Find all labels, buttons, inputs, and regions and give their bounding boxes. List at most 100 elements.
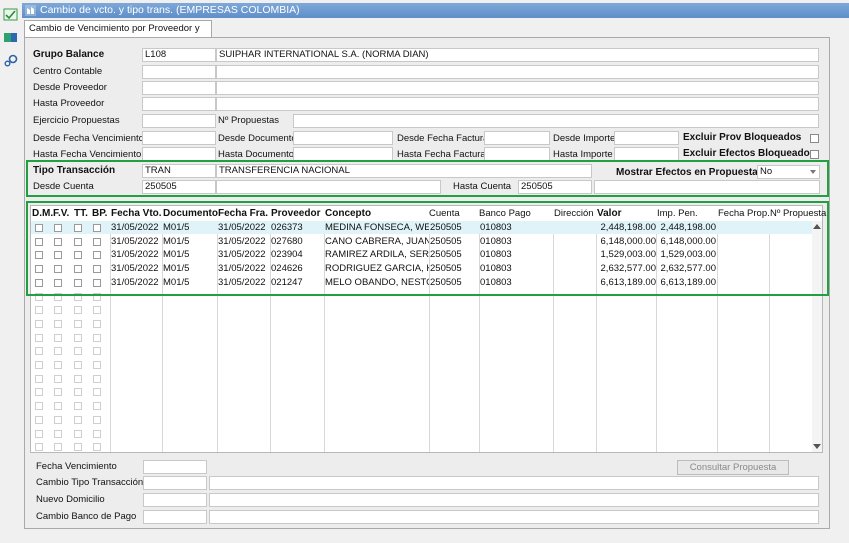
row-tt-checkbox[interactable] (74, 415, 82, 424)
row-bp-checkbox[interactable] (93, 237, 101, 246)
col-direccion[interactable]: Dirección (554, 206, 594, 221)
hasta-proveedor-code-field[interactable] (142, 97, 216, 111)
row-tt-checkbox[interactable] (74, 388, 82, 397)
desde-fecha-vencimiento-field[interactable] (142, 131, 216, 145)
row-dm-checkbox[interactable] (35, 251, 43, 260)
desde-importe-field[interactable] (614, 131, 679, 145)
mostrar-efectos-select[interactable]: No (757, 165, 820, 179)
row-dm-checkbox[interactable] (35, 278, 43, 287)
row-dm-checkbox[interactable] (35, 237, 43, 246)
table-row[interactable]: 31/05/2022 M01/5 31/05/2022 027680 CANO CABR… (31, 235, 813, 248)
row-bp-checkbox[interactable] (93, 361, 101, 369)
tipo-transaccion-name-field[interactable]: TRANSFERENCIA NACIONAL (216, 164, 592, 178)
desde-fecha-factura-field[interactable] (484, 131, 550, 145)
hasta-importe-field[interactable] (614, 147, 679, 161)
table-row[interactable] (31, 440, 813, 453)
nuevo-domicilio-name-field[interactable] (209, 493, 819, 507)
table-row[interactable]: 31/05/2022 M01/5 31/05/2022 024626 RODRIGUEZ… (31, 262, 813, 275)
row-tt-checkbox[interactable] (74, 429, 82, 438)
col-bp[interactable]: BP. (92, 206, 107, 221)
row-bp-checkbox[interactable] (93, 251, 101, 260)
row-fv-checkbox[interactable] (54, 361, 62, 369)
desde-proveedor-code-field[interactable] (142, 81, 216, 95)
table-row[interactable] (31, 413, 813, 426)
check-list-icon[interactable] (3, 8, 18, 21)
row-dm-checkbox[interactable] (35, 429, 43, 438)
row-fv-checkbox[interactable] (54, 224, 62, 232)
row-bp-checkbox[interactable] (93, 292, 101, 301)
row-fv-checkbox[interactable] (54, 251, 62, 260)
row-bp-checkbox[interactable] (93, 415, 101, 424)
row-dm-checkbox[interactable] (35, 306, 43, 315)
row-tt-checkbox[interactable] (74, 278, 82, 287)
row-tt-checkbox[interactable] (74, 319, 82, 328)
row-dm-checkbox[interactable] (35, 292, 43, 301)
col-banco-pago[interactable]: Banco Pago (479, 206, 531, 221)
col-cuenta[interactable]: Cuenta (429, 206, 460, 221)
row-dm-checkbox[interactable] (35, 388, 43, 397)
ejercicio-propuestas-field[interactable] (142, 114, 216, 128)
row-bp-checkbox[interactable] (93, 347, 101, 356)
table-row[interactable] (31, 385, 813, 398)
hasta-cuenta-field[interactable]: 250505 (518, 180, 592, 194)
col-fecha-fra[interactable]: Fecha Fra. (218, 206, 268, 221)
row-tt-checkbox[interactable] (74, 374, 82, 383)
row-bp-checkbox[interactable] (93, 306, 101, 315)
col-documento[interactable]: Documento (163, 206, 218, 221)
row-bp-checkbox[interactable] (93, 388, 101, 397)
table-icon[interactable] (3, 31, 18, 44)
row-fv-checkbox[interactable] (54, 443, 62, 452)
consultar-propuesta-button[interactable]: Consultar Propuesta (677, 460, 789, 475)
col-tt[interactable]: TT. (74, 206, 88, 221)
desde-proveedor-name-field[interactable] (216, 81, 819, 95)
row-dm-checkbox[interactable] (35, 402, 43, 411)
hasta-documento-field[interactable] (293, 147, 393, 161)
centro-contable-code-field[interactable] (142, 65, 216, 79)
row-tt-checkbox[interactable] (74, 361, 82, 369)
row-fv-checkbox[interactable] (54, 429, 62, 438)
col-dm[interactable]: D.M. (32, 206, 53, 221)
col-n-propuesta[interactable]: Nº Propuesta (770, 206, 826, 221)
cambio-tipo-transaccion-name-field[interactable] (209, 476, 819, 490)
row-bp-checkbox[interactable] (93, 319, 101, 328)
row-fv-checkbox[interactable] (54, 278, 62, 287)
row-tt-checkbox[interactable] (74, 251, 82, 260)
col-imp-pen[interactable]: Imp. Pen. (657, 206, 698, 221)
row-fv-checkbox[interactable] (54, 306, 62, 315)
row-tt-checkbox[interactable] (74, 402, 82, 411)
row-fv-checkbox[interactable] (54, 333, 62, 342)
row-dm-checkbox[interactable] (35, 374, 43, 383)
row-bp-checkbox[interactable] (93, 278, 101, 287)
row-tt-checkbox[interactable] (74, 306, 82, 315)
row-dm-checkbox[interactable] (35, 333, 43, 342)
row-fv-checkbox[interactable] (54, 374, 62, 383)
row-bp-checkbox[interactable] (93, 443, 101, 452)
table-row[interactable] (31, 303, 813, 316)
table-row[interactable] (31, 372, 813, 385)
centro-contable-name-field[interactable] (216, 65, 819, 79)
row-fv-checkbox[interactable] (54, 347, 62, 356)
table-row[interactable] (31, 344, 813, 357)
desde-cuenta-field[interactable]: 250505 (142, 180, 216, 194)
cambio-banco-pago-code-field[interactable] (143, 510, 207, 524)
col-fv[interactable]: F.V. (53, 206, 69, 221)
table-row[interactable] (31, 358, 813, 371)
cambio-banco-pago-name-field[interactable] (209, 510, 819, 524)
row-dm-checkbox[interactable] (35, 415, 43, 424)
fecha-vencimiento-field[interactable] (143, 460, 207, 474)
table-row[interactable] (31, 331, 813, 344)
desde-documento-field[interactable] (293, 131, 393, 145)
table-row[interactable] (31, 427, 813, 440)
nuevo-domicilio-code-field[interactable] (143, 493, 207, 507)
row-tt-checkbox[interactable] (74, 237, 82, 246)
scroll-down-icon[interactable] (813, 444, 821, 449)
excluir-efectos-bloqueados-checkbox[interactable] (810, 150, 819, 159)
grid-scrollbar[interactable] (812, 221, 822, 452)
table-row[interactable]: 31/05/2022 M01/5 31/05/2022 026373 MEDINA FO… (31, 221, 813, 234)
row-fv-checkbox[interactable] (54, 415, 62, 424)
table-row[interactable]: 31/05/2022 M01/5 31/05/2022 023904 RAMIREZ A… (31, 248, 813, 261)
table-row[interactable]: 31/05/2022 M01/5 31/05/2022 021247 MELO OBAN… (31, 276, 813, 289)
col-proveedor[interactable]: Proveedor (271, 206, 320, 221)
row-fv-checkbox[interactable] (54, 292, 62, 301)
row-fv-checkbox[interactable] (54, 402, 62, 411)
